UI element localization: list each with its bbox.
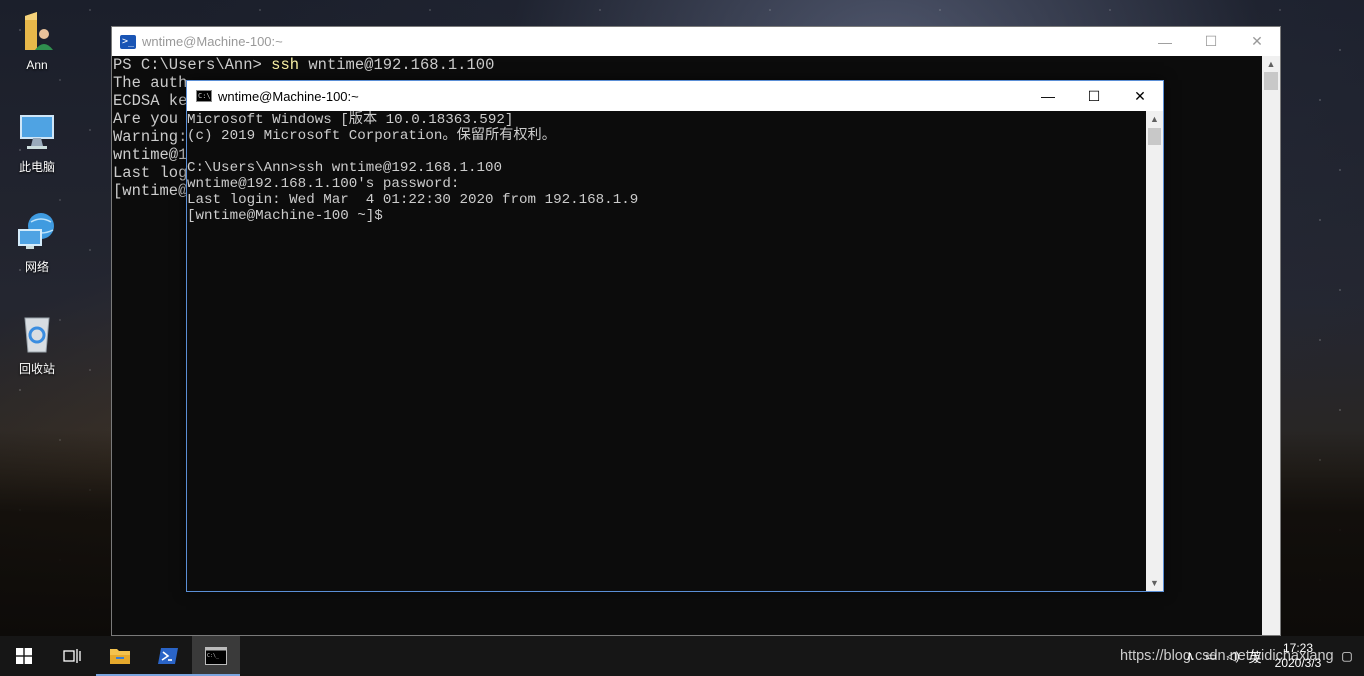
cmd-titlebar[interactable]: C:\ wntime@Machine-100:~ — ☐ ✕ — [187, 81, 1163, 111]
cmd-scrollbar[interactable]: ▲ ▼ — [1146, 111, 1163, 591]
scroll-down-icon[interactable]: ▼ — [1146, 575, 1163, 591]
folder-icon — [110, 649, 130, 664]
maximize-button[interactable]: ☐ — [1071, 81, 1117, 111]
cmd-icon: C:\ — [196, 90, 212, 102]
desktop-icon-label: 此电脑 — [18, 160, 55, 174]
windows-logo-icon — [16, 648, 32, 664]
cmd-title: wntime@Machine-100:~ — [218, 88, 359, 104]
scrollbar-thumb[interactable] — [1148, 128, 1161, 145]
cmd-console[interactable]: Microsoft Windows [版本 10.0.18363.592] (c)… — [187, 111, 1146, 591]
cmd-window[interactable]: C:\ wntime@Machine-100:~ — ☐ ✕ Microsoft… — [186, 80, 1164, 592]
powershell-icon — [158, 648, 178, 664]
maximize-button[interactable]: ☐ — [1188, 27, 1234, 56]
user-folder-icon — [15, 10, 59, 54]
desktop-icon-label: Ann — [26, 58, 48, 72]
this-pc-icon — [15, 110, 59, 154]
desktop-icon-recycle-bin[interactable]: 回收站 — [8, 312, 66, 377]
network-icon — [15, 210, 59, 254]
recycle-bin-icon — [15, 312, 59, 356]
desktop-icon-label: 网络 — [24, 260, 49, 274]
start-button[interactable] — [0, 636, 48, 676]
task-view-button[interactable] — [48, 636, 96, 676]
cmd-icon: C:\_ — [205, 647, 227, 665]
powershell-title: wntime@Machine-100:~ — [142, 34, 283, 49]
console-line: Microsoft Windows [版本 10.0.18363.592] — [187, 112, 514, 128]
minimize-button[interactable]: — — [1025, 81, 1071, 111]
desktop-icon-this-pc[interactable]: 此电脑 — [8, 110, 66, 175]
desktop-icon-label: 回收站 — [18, 362, 55, 376]
desktop-icon-network[interactable]: 网络 — [8, 210, 66, 275]
watermark: https://blog.csdn.net/yidichaxiang — [1120, 648, 1334, 664]
console-line: PS C:\Users\Ann> ssh wntime@192.168.1.10… — [113, 56, 495, 74]
close-button[interactable]: ✕ — [1117, 81, 1163, 111]
powershell-titlebar[interactable]: >_ wntime@Machine-100:~ — ☐ ✕ — [112, 27, 1280, 56]
console-line: (c) 2019 Microsoft Corporation。保留所有权利。 — [187, 128, 556, 144]
powershell-icon: >_ — [120, 34, 136, 49]
notification-center-icon[interactable]: ▢ — [1330, 649, 1364, 663]
scroll-up-icon[interactable]: ▲ — [1146, 111, 1163, 127]
console-line: C:\Users\Ann>ssh wntime@192.168.1.100 — [187, 160, 503, 176]
scrollbar-thumb[interactable] — [1264, 72, 1278, 90]
svg-text:C:\_: C:\_ — [207, 653, 220, 659]
powershell-button[interactable] — [144, 636, 192, 676]
desktop-icon-ann[interactable]: Ann — [8, 10, 66, 72]
file-explorer-button[interactable] — [96, 636, 144, 676]
console-line: Last login: Wed Mar 4 01:22:30 2020 from… — [187, 192, 639, 208]
minimize-button[interactable]: — — [1142, 27, 1188, 56]
close-button[interactable]: ✕ — [1234, 27, 1280, 56]
task-view-icon — [63, 649, 81, 663]
cmd-button[interactable]: C:\_ — [192, 636, 240, 676]
console-line: wntime@192.168.1.100's password: — [187, 176, 460, 192]
powershell-scrollbar[interactable]: ▲ — [1262, 56, 1280, 635]
console-line: [wntime@Machine-100 ~]$ — [187, 208, 383, 224]
scroll-up-icon[interactable]: ▲ — [1262, 56, 1280, 72]
